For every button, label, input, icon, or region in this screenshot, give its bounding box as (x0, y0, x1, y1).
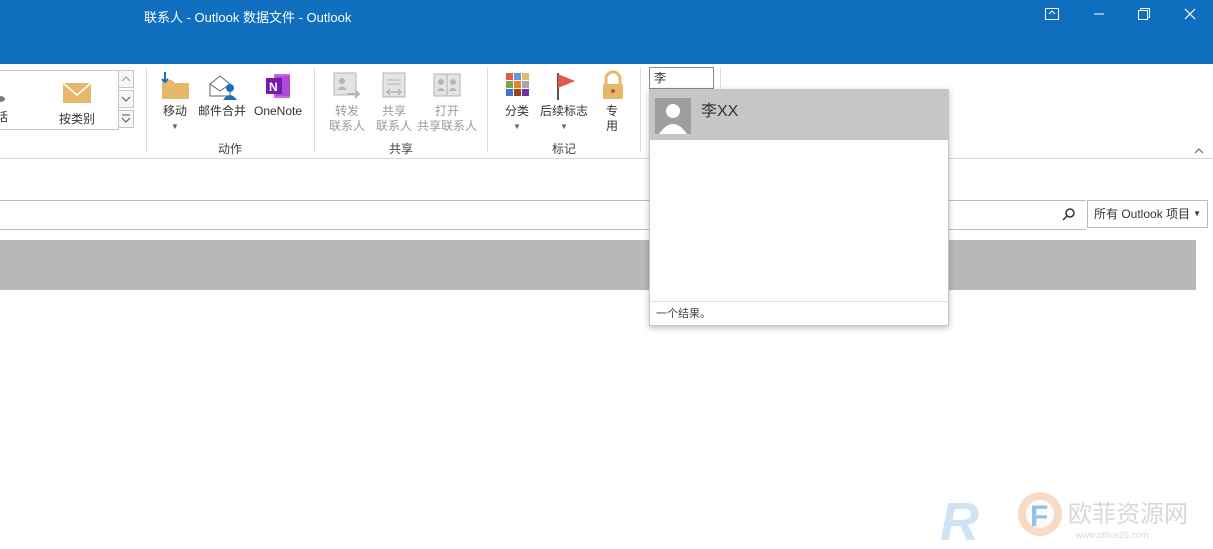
onenote-button[interactable]: N OneNote (250, 70, 306, 119)
svg-text:欧菲资源网: 欧菲资源网 (1068, 500, 1188, 528)
partial-card-icon (0, 96, 5, 102)
open-shared-contacts-button[interactable]: 打开 共享联系人 (416, 70, 478, 134)
private-button[interactable]: 专 用 (597, 70, 627, 134)
svg-text:N: N (269, 80, 278, 94)
restore-button[interactable] (1124, 2, 1164, 28)
restore-icon (1138, 8, 1150, 20)
share-group-label: 共享 (389, 142, 414, 156)
search-scope-label: 所有 Outlook 项目 (1094, 207, 1191, 221)
gallery-scroll-down-button[interactable] (118, 90, 134, 108)
gallery-scroll-up-button[interactable] (118, 70, 134, 88)
ribbon-separator (146, 68, 147, 152)
share-contacts-button[interactable]: 共享 联系人 (374, 70, 414, 134)
follow-up-dropdown-icon: ▼ (560, 122, 568, 131)
chevron-up-icon (1194, 148, 1204, 154)
flag-icon (548, 70, 580, 102)
move-dropdown-icon: ▼ (171, 122, 179, 131)
open-shared-contacts-label: 打开 共享联系人 (416, 104, 477, 133)
mail-merge-button[interactable]: 邮件合并 (197, 70, 247, 119)
search-button[interactable] (1062, 207, 1076, 224)
svg-text:R: R (940, 492, 979, 546)
collapse-ribbon-button[interactable] (1193, 144, 1205, 158)
svg-text:www.office26.com: www.office26.com (1075, 530, 1148, 540)
categorize-icon (501, 70, 533, 102)
search-people-query: 李 (654, 71, 667, 85)
chevron-down-icon: ▼ (1193, 209, 1201, 218)
follow-up-label: 后续标志 (539, 104, 588, 118)
envelope-icon (62, 82, 92, 103)
search-scope-dropdown[interactable]: 所有 Outlook 项目 ▼ (1087, 200, 1208, 228)
forward-contact-button[interactable]: 转发 联系人 (322, 70, 372, 134)
minimize-button[interactable] (1079, 2, 1119, 28)
close-icon (1184, 8, 1196, 20)
window-title: 联系人 - Outlook 数据文件 - Outlook (144, 10, 352, 25)
gallery-more-icon (121, 114, 131, 123)
categorize-label: 分类 (504, 104, 529, 118)
mail-merge-label: 邮件合并 (197, 104, 246, 118)
forward-contact-icon (331, 70, 363, 102)
ribbon-separator (314, 68, 315, 152)
private-label: 专 用 (605, 104, 618, 133)
lock-icon (597, 70, 629, 102)
person-icon (659, 104, 687, 134)
categorize-dropdown-icon: ▼ (513, 122, 521, 131)
search-results-popup: 李XX 一个结果。 (649, 89, 949, 326)
contact-list-header-band (0, 240, 1196, 290)
move-button[interactable]: 移动 ▼ (157, 70, 193, 134)
search-result-count: 一个结果。 (650, 301, 948, 325)
svg-text:F: F (1030, 500, 1048, 533)
ribbon-display-icon (1045, 8, 1059, 20)
tags-group-label: 标记 (552, 142, 577, 156)
ribbon-separator (640, 68, 641, 152)
title-bar: 联系人 - Outlook 数据文件 - Outlook (0, 0, 1213, 64)
chevron-down-icon (121, 96, 131, 102)
ribbon-display-options-button[interactable] (1032, 2, 1072, 28)
avatar (655, 98, 691, 134)
close-button[interactable] (1170, 2, 1210, 28)
ribbon-separator (487, 68, 488, 152)
share-contacts-label: 共享 联系人 (375, 104, 412, 133)
search-icon (1062, 208, 1075, 221)
mail-merge-icon (206, 70, 238, 102)
search-people-input[interactable]: 李 (649, 67, 714, 89)
ribbon: 话 按类别 移动 ▼ 邮件合并 N OneNote 动作 转发 联系人 共享 联… (0, 64, 1213, 159)
gallery-item-partial-label: 话 (0, 110, 9, 124)
onenote-icon: N (262, 70, 294, 102)
categorize-button[interactable]: 分类 ▼ (500, 70, 534, 134)
search-result-item[interactable]: 李XX (650, 90, 948, 140)
minimize-icon (1094, 13, 1104, 15)
chevron-up-icon (121, 76, 131, 82)
share-contacts-icon (378, 70, 410, 102)
onenote-label: OneNote (253, 104, 303, 118)
view-gallery: 话 按类别 (0, 70, 119, 130)
watermark-logo: R F 欧菲资源网 www.office26.com (940, 492, 1188, 546)
open-shared-contacts-icon (431, 70, 463, 102)
gallery-more-button[interactable] (118, 110, 134, 128)
move-folder-icon (159, 70, 191, 102)
actions-group-label: 动作 (218, 142, 243, 156)
move-label: 移动 (162, 104, 187, 118)
follow-up-button[interactable]: 后续标志 ▼ (537, 70, 591, 134)
search-result-name: 李XX (701, 103, 739, 120)
gallery-item-partial[interactable]: 话 (0, 93, 8, 125)
gallery-item-by-category-label: 按类别 (58, 112, 95, 126)
gallery-item-by-category[interactable]: 按类别 (55, 81, 99, 127)
forward-contact-label: 转发 联系人 (328, 104, 365, 133)
